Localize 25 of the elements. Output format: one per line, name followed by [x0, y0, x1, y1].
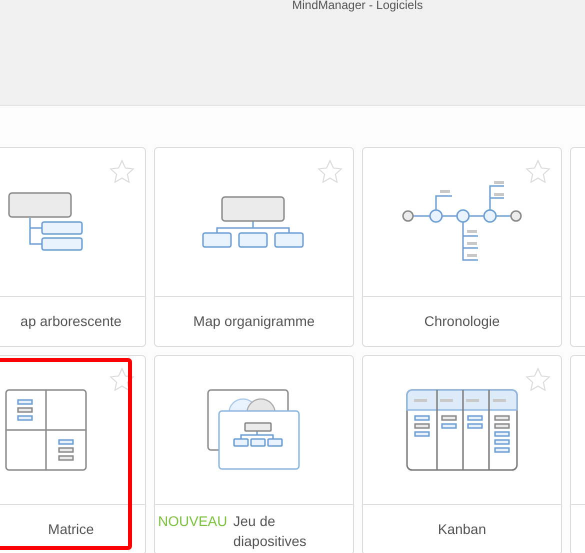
- kanban-board-icon: [406, 389, 518, 471]
- template-title: Matrice: [48, 520, 94, 539]
- template-card[interactable]: Kanban: [362, 355, 562, 553]
- template-card[interactable]: Matrice: [0, 355, 146, 553]
- template-card[interactable]: Chronologie: [362, 147, 562, 347]
- tree-diagram-icon: [8, 192, 84, 252]
- new-label: NOUVEAU: [158, 512, 228, 531]
- template-card[interactable]: NOUVEAU Jeu de diapositives: [154, 355, 354, 553]
- template-title: Chronologie: [424, 312, 500, 331]
- favorite-star-icon[interactable]: [109, 159, 135, 185]
- template-card[interactable]: ap arborescente: [0, 147, 146, 347]
- template-title: Kanban: [438, 520, 486, 539]
- favorite-star-icon[interactable]: [525, 159, 551, 185]
- org-chart-icon: [202, 196, 306, 248]
- favorite-star-icon[interactable]: [317, 159, 343, 185]
- favorite-star-icon[interactable]: [109, 367, 135, 393]
- favorite-star-icon[interactable]: [525, 367, 551, 393]
- template-title: Jeu de diapositives: [233, 512, 308, 551]
- slides-icon: [207, 389, 301, 471]
- matrix-grid-icon: [5, 389, 87, 471]
- timeline-icon: [400, 180, 524, 264]
- template-title: ap arborescente: [20, 312, 122, 331]
- window-title: MindManager - Logiciels: [292, 0, 423, 14]
- template-card[interactable]: Map organigramme: [154, 147, 354, 347]
- template-title: Map organigramme: [193, 312, 315, 331]
